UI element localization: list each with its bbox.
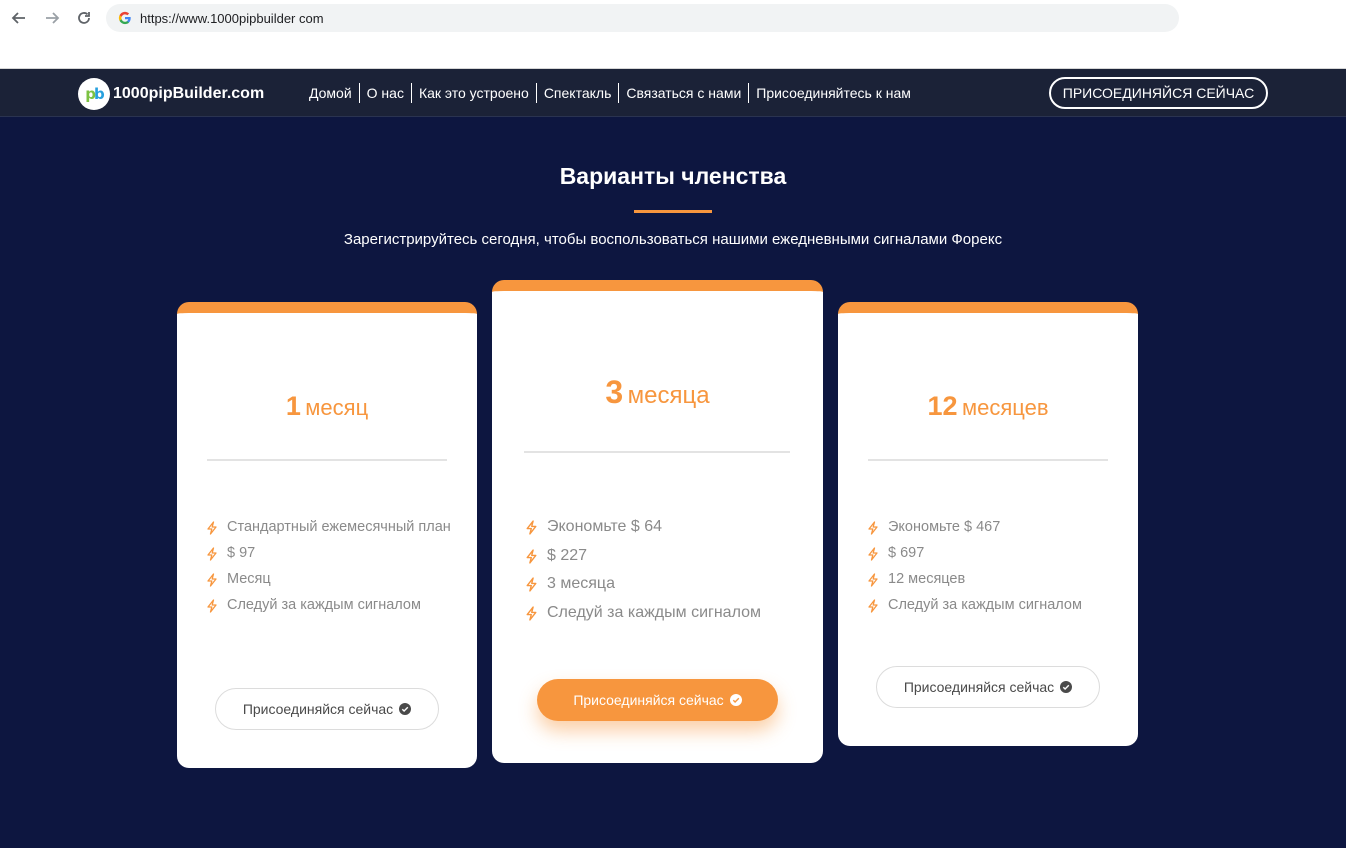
plan-duration-number: 1 xyxy=(285,391,301,421)
feature-item: $ 227 xyxy=(524,544,804,568)
button-label: Присоединяйся сейчас xyxy=(242,701,394,717)
feature-item: $ 697 xyxy=(866,542,1116,564)
nav-item-join[interactable]: Присоединяйтесь к нам xyxy=(749,83,918,103)
section-title: Варианты членства xyxy=(559,163,787,189)
check-circle-icon xyxy=(399,703,412,715)
button-label: Присоединяйся сейчас xyxy=(903,679,1055,695)
feature-item: Следуй за каждым сигналом xyxy=(205,594,455,616)
feature-text: Стандартный ежемесячный план xyxy=(227,519,451,535)
feature-item: Экономьте $ 467 xyxy=(866,516,1116,538)
title-underline xyxy=(634,210,712,213)
feature-text: Экономьте $ 64 xyxy=(547,518,663,535)
join-now-header-button[interactable]: ПРИСОЕДИНЯЙСЯ СЕЙЧАС xyxy=(1049,77,1268,109)
feature-list: Стандартный ежемесячный план $ 97 Месяц … xyxy=(205,516,455,620)
feature-text: $ 97 xyxy=(227,545,256,561)
reload-button[interactable] xyxy=(72,6,96,30)
feature-item: $ 97 xyxy=(205,542,455,564)
forward-button[interactable] xyxy=(40,6,64,30)
card-divider xyxy=(524,451,790,453)
nav-item-home[interactable]: Домой xyxy=(302,83,360,103)
feature-text: Экономьте $ 467 xyxy=(888,519,1001,535)
back-button[interactable] xyxy=(7,6,31,30)
lightning-icon xyxy=(868,573,878,587)
logo-mark-p: p xyxy=(85,85,96,103)
arrow-right-icon xyxy=(46,12,60,24)
site-logo[interactable]: pb 1000pipBuilder.com xyxy=(78,78,264,110)
feature-text: $ 697 xyxy=(888,545,925,561)
lightning-icon xyxy=(868,547,878,561)
feature-item: Стандартный ежемесячный план xyxy=(205,516,455,538)
feature-item: Месяц xyxy=(205,568,455,590)
lightning-icon xyxy=(526,520,537,535)
plan-card-1-month: 1 месяц Стандартный ежемесячный план $ 9… xyxy=(177,302,477,768)
plan-duration-unit: месяц xyxy=(305,395,369,420)
feature-text: 3 месяца xyxy=(547,575,615,592)
join-now-button-1-month[interactable]: Присоединяйся сейчас xyxy=(215,688,439,730)
lightning-icon xyxy=(868,521,878,535)
lightning-icon xyxy=(526,605,537,621)
nav-item-how-it-works[interactable]: Как это устроено xyxy=(412,83,537,103)
plan-title: 3 месяца xyxy=(492,374,823,411)
section-subtitle: Зарегистрируйтесь сегодня, чтобы восполь… xyxy=(343,231,1003,248)
reload-icon xyxy=(78,12,90,24)
lightning-icon xyxy=(207,521,217,535)
card-divider xyxy=(868,459,1108,461)
address-bar[interactable]: https://www.1000pipbuilder com xyxy=(106,4,1179,32)
check-circle-icon xyxy=(729,694,742,706)
nav-item-performance[interactable]: Спектакль xyxy=(537,83,620,103)
plan-title: 12 месяцев xyxy=(838,391,1138,422)
feature-text: Следуй за каждым сигналом xyxy=(888,597,1082,613)
card-divider xyxy=(207,459,447,461)
check-circle-icon xyxy=(1060,681,1073,693)
lightning-icon xyxy=(207,547,217,561)
logo-mark: pb xyxy=(78,78,110,110)
join-now-button-3-months[interactable]: Присоединяйся сейчас xyxy=(537,679,778,721)
nav-item-contact[interactable]: Связаться с нами xyxy=(619,83,750,103)
feature-text: Следуй за каждым сигналом xyxy=(547,603,761,621)
feature-text: Следуй за каждым сигналом xyxy=(227,597,421,613)
browser-toolbar: https://www.1000pipbuilder com xyxy=(0,0,1346,69)
plan-duration-unit: месяцев xyxy=(961,395,1049,420)
feature-text: 12 месяцев xyxy=(888,571,966,587)
join-now-button-12-months[interactable]: Присоединяйся сейчас xyxy=(876,666,1100,708)
feature-list: Экономьте $ 64 $ 227 3 месяца Следуй за … xyxy=(524,515,804,629)
button-label: Присоединяйся сейчас xyxy=(573,692,724,708)
logo-text: 1000pipBuilder.com xyxy=(113,85,265,102)
plan-duration-number: 3 xyxy=(605,374,624,410)
lightning-icon xyxy=(207,599,217,613)
logo-mark-b: b xyxy=(94,85,105,103)
feature-list: Экономьте $ 467 $ 697 12 месяцев Следуй … xyxy=(866,516,1116,620)
feature-item: Следуй за каждым сигналом xyxy=(524,601,804,625)
site-header: pb 1000pipBuilder.com Домой О нас Как эт… xyxy=(0,69,1346,117)
lightning-icon xyxy=(526,577,537,592)
arrow-left-icon xyxy=(11,12,25,24)
feature-item: Экономьте $ 64 xyxy=(524,515,804,539)
main-nav: Домой О нас Как это устроено Спектакль С… xyxy=(302,83,918,103)
plan-title: 1 месяц xyxy=(177,391,477,422)
plan-card-3-months: 3 месяца Экономьте $ 64 $ 227 3 месяца С… xyxy=(492,280,823,763)
feature-text: $ 227 xyxy=(547,546,588,564)
lightning-icon xyxy=(207,573,217,587)
feature-item: 3 месяца xyxy=(524,572,804,596)
url-text: https://www.1000pipbuilder com xyxy=(140,10,324,26)
feature-item: 12 месяцев xyxy=(866,568,1116,590)
lightning-icon xyxy=(868,599,878,613)
feature-item: Следуй за каждым сигналом xyxy=(866,594,1116,616)
feature-text: Месяц xyxy=(227,571,271,587)
google-icon xyxy=(118,11,131,25)
plan-duration-number: 12 xyxy=(927,391,958,421)
nav-item-about[interactable]: О нас xyxy=(360,83,412,103)
lightning-icon xyxy=(526,548,537,564)
plan-duration-unit: месяца xyxy=(627,382,710,409)
plan-card-12-months: 12 месяцев Экономьте $ 467 $ 697 12 меся… xyxy=(838,302,1138,746)
